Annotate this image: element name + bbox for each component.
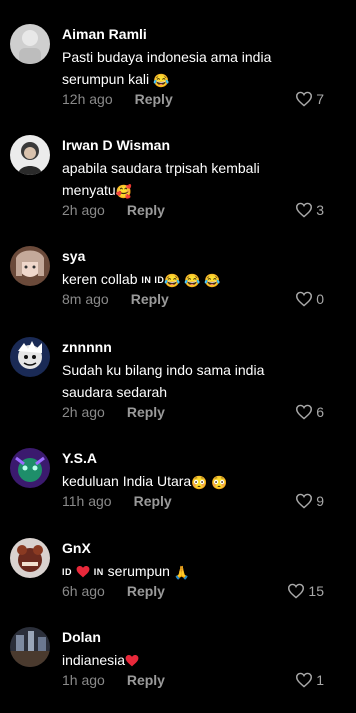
username[interactable]: Dolan [62,629,101,645]
username[interactable]: GnX [62,540,91,556]
avatar[interactable] [10,538,50,578]
heart-outline-icon [296,404,313,420]
heart-outline-icon [296,672,313,688]
username[interactable]: sya [62,248,85,264]
reply-button[interactable]: Reply [134,493,172,509]
timestamp: 6h ago [62,583,105,599]
comment-text-body: indianesia [62,652,126,668]
comment-item: GnX ID IN serumpun 🙏 6h ago Reply 15 [0,538,356,628]
reply-button[interactable]: Reply [127,202,165,218]
like-button[interactable]: 0 [284,291,324,307]
username[interactable]: Y.S.A [62,450,97,466]
comment-text-body: apabila saudara trpisah kembali menyatu [62,160,260,198]
comment-item: Y.S.A keduluan India Utara😳 😳 11h ago Rep… [0,448,356,538]
like-count: 7 [316,91,324,107]
like-button[interactable]: 1 [284,672,324,688]
reply-button[interactable]: Reply [135,91,173,107]
comment-text: indianesia [62,649,292,671]
comment-item: Aiman Ramli Pasti budaya indonesia ama i… [0,24,356,114]
red-heart-icon [76,565,90,578]
avatar[interactable] [10,24,50,64]
username[interactable]: Irwan D Wisman [62,137,170,153]
reply-button[interactable]: Reply [127,404,165,420]
comment-meta: 2h ago Reply [62,404,165,420]
comment-text: ID IN serumpun 🙏 [62,560,292,583]
comment-item: znnnnn Sudah ku bilang indo sama india s… [0,337,356,427]
comment-item: Irwan D Wisman apabila saudara trpisah k… [0,135,356,225]
flushed-emoji: 😳 😳 [191,475,228,490]
like-button[interactable]: 15 [284,583,324,599]
timestamp: 12h ago [62,91,113,107]
comment-text: Sudah ku bilang indo sama india saudara … [62,362,265,400]
comment-text: keduluan India Utara😳 😳 [62,470,292,492]
avatar[interactable] [10,448,50,488]
comment-text-body: keduluan India Utara [62,473,192,489]
comment-text: apabila saudara trpisah kembali menyatu🥰 [62,157,292,201]
comment-text-body: serumpun [107,563,170,579]
timestamp: 8m ago [62,291,109,307]
timestamp: 1h ago [62,672,105,688]
like-button[interactable]: 7 [284,91,324,107]
comment-meta: 1h ago Reply [62,672,165,688]
smiling-hearts-emoji: 🥰 [115,184,132,199]
reply-button[interactable]: Reply [127,583,165,599]
comment-item: Dolan indianesia 1h ago Reply 1 [0,627,356,713]
avatar[interactable] [10,135,50,175]
timestamp: 2h ago [62,404,105,420]
comment-list: Aiman Ramli Pasti budaya indonesia ama i… [0,0,356,713]
comment-meta: 6h ago Reply [62,583,165,599]
heart-outline-icon [288,583,305,599]
flag-emoji: IN ID [141,275,165,285]
username[interactable]: Aiman Ramli [62,26,147,42]
like-button[interactable]: 3 [284,202,324,218]
like-count: 3 [316,202,324,218]
red-heart-icon [125,654,139,667]
reply-button[interactable]: Reply [131,291,169,307]
heart-outline-icon [296,202,313,218]
heart-outline-icon [296,493,313,509]
heart-outline-icon [296,291,313,307]
heart-outline-icon [296,91,313,107]
like-count: 15 [308,583,324,599]
comment-text: Pasti budaya indonesia ama india serumpu… [62,46,292,90]
comment-meta: 12h ago Reply [62,91,173,107]
avatar[interactable] [10,246,50,286]
flag-emoji: IN [93,567,104,577]
like-button[interactable]: 6 [284,404,324,420]
like-count: 1 [316,672,324,688]
avatar[interactable] [10,627,50,667]
comment-meta: 2h ago Reply [62,202,165,218]
like-count: 9 [316,493,324,509]
folded-hands-emoji: 🙏 [173,565,191,580]
comment-meta: 8m ago Reply [62,291,169,307]
comment-text: keren collab IN ID😂 😂 😂 [62,268,292,291]
comment-item: sya keren collab IN ID😂 😂 😂 8m ago Reply … [0,246,356,336]
comment-meta: 11h ago Reply [62,493,172,509]
comment-text-body: keren collab [62,271,138,287]
laughing-emoji: 😂 😂 😂 [164,273,221,288]
username[interactable]: znnnnn [62,339,112,355]
like-button[interactable]: 9 [284,493,324,509]
flag-emoji: ID [62,567,72,577]
timestamp: 2h ago [62,202,105,218]
like-count: 0 [316,291,324,307]
timestamp: 11h ago [62,493,112,509]
reply-button[interactable]: Reply [127,672,165,688]
laughing-emoji: 😂 [153,73,170,88]
avatar[interactable] [10,337,50,377]
like-count: 6 [316,404,324,420]
